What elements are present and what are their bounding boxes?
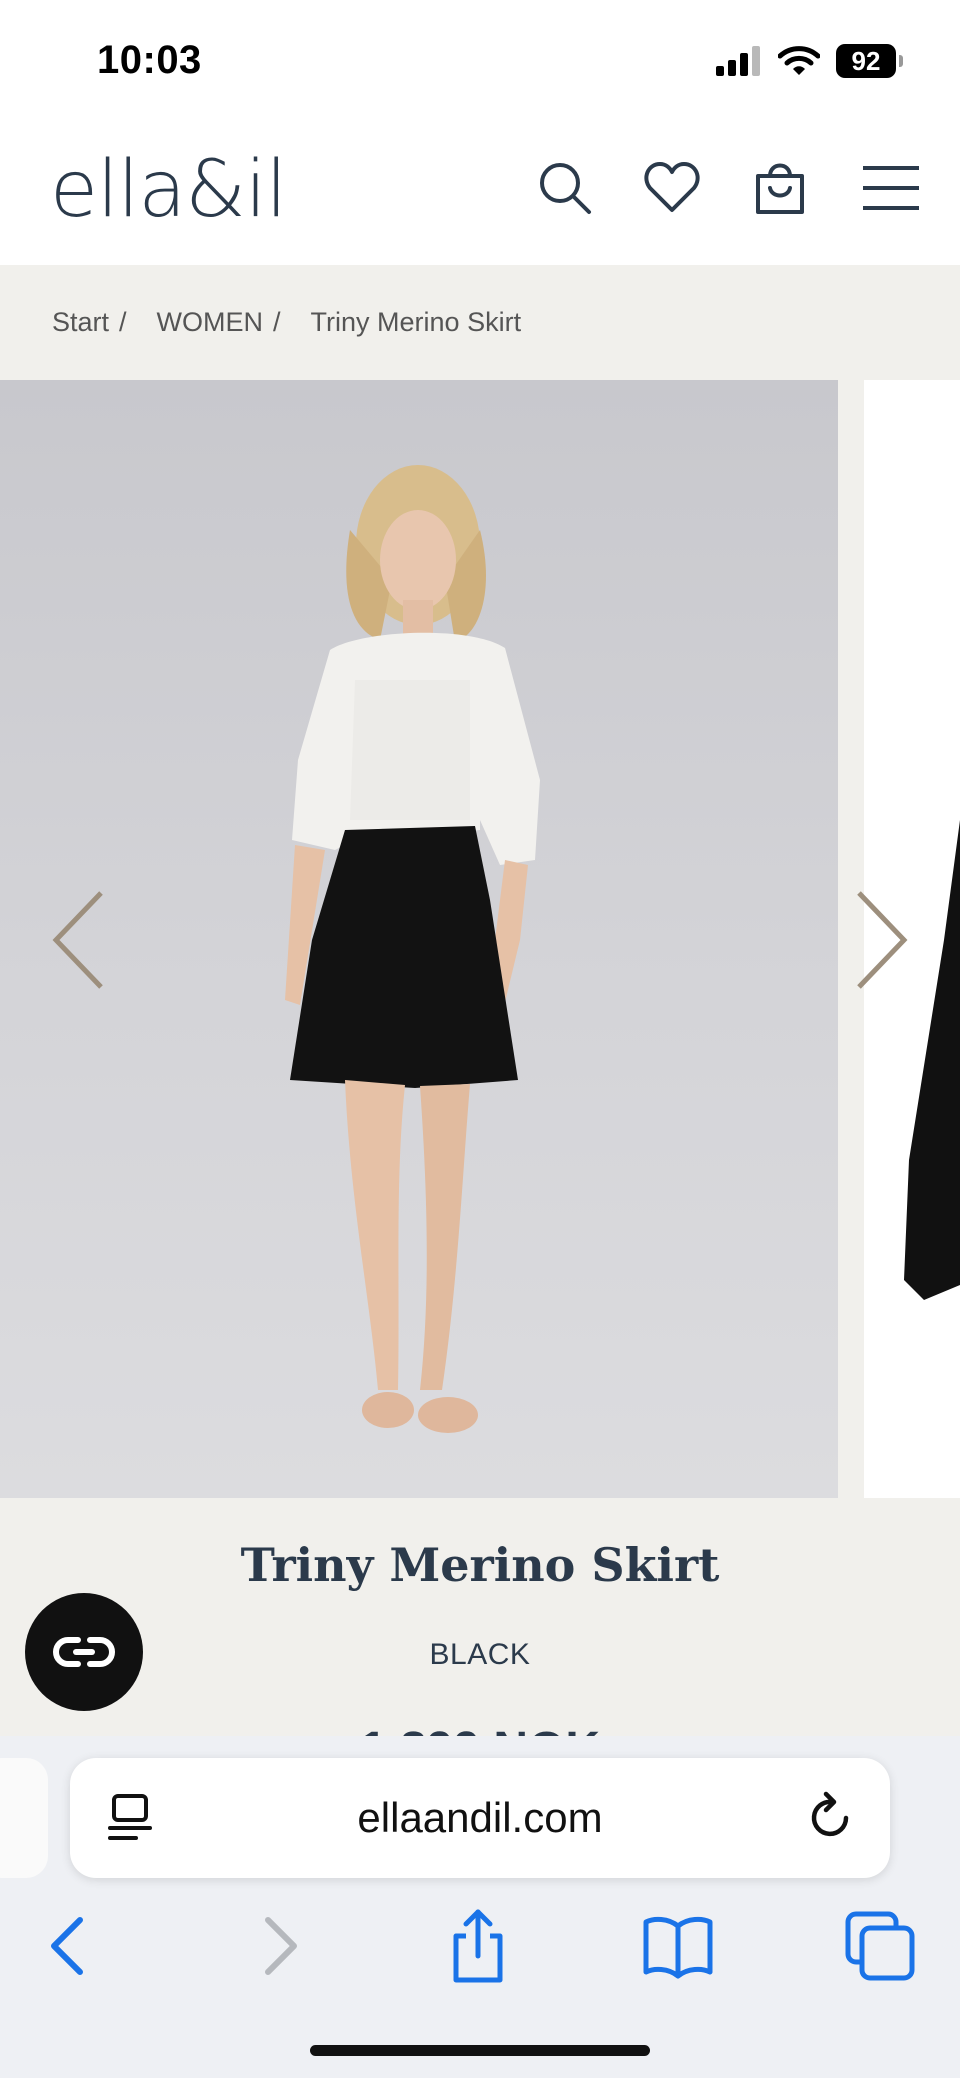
status-time: 10:03 bbox=[97, 38, 202, 82]
status-bar: 10:03 92 bbox=[0, 0, 960, 120]
menu-icon[interactable] bbox=[861, 158, 921, 218]
breadcrumb-separator: / bbox=[119, 307, 127, 337]
cellular-signal-icon bbox=[716, 46, 760, 76]
site-header: ella&il bbox=[0, 120, 960, 265]
heart-icon[interactable] bbox=[642, 158, 702, 218]
product-info: Triny Merino Skirt BLACK 1 899 NOK bbox=[0, 1500, 960, 1740]
breadcrumb-current: Triny Merino Skirt bbox=[310, 307, 522, 337]
breadcrumb: Start / WOMEN / Triny Merino Skirt bbox=[0, 265, 960, 380]
site-logo[interactable]: ella&il bbox=[50, 145, 287, 235]
battery-level: 92 bbox=[851, 45, 881, 76]
address-bar[interactable]: ellaandil.com bbox=[70, 1758, 890, 1878]
product-gallery[interactable] bbox=[0, 380, 960, 1500]
shopping-bag-icon[interactable] bbox=[750, 158, 810, 218]
product-color: BLACK bbox=[429, 1638, 531, 1671]
wifi-icon bbox=[778, 46, 820, 75]
status-icons: 92 bbox=[716, 44, 903, 78]
bookmarks-icon[interactable] bbox=[638, 1906, 718, 1986]
battery-icon: 92 bbox=[836, 44, 903, 78]
browser-chrome: ellaandil.com bbox=[0, 1736, 960, 2078]
reload-icon[interactable] bbox=[802, 1790, 858, 1846]
tabs-icon[interactable] bbox=[840, 1906, 920, 1986]
breadcrumb-separator: / bbox=[273, 307, 281, 337]
chevron-right-icon[interactable] bbox=[847, 885, 917, 995]
model-illustration bbox=[285, 465, 540, 1433]
chevron-left-icon[interactable] bbox=[46, 885, 116, 995]
share-icon[interactable] bbox=[438, 1906, 518, 1986]
chat-button[interactable] bbox=[25, 1593, 143, 1711]
search-icon[interactable] bbox=[535, 158, 595, 218]
forward-icon[interactable] bbox=[238, 1906, 318, 1986]
breadcrumb-women[interactable]: WOMEN bbox=[157, 307, 263, 338]
product-title: Triny Merino Skirt bbox=[240, 1538, 720, 1592]
home-indicator bbox=[310, 2045, 650, 2056]
url-text[interactable]: ellaandil.com bbox=[70, 1758, 890, 1878]
chat-link-icon bbox=[53, 1637, 115, 1667]
previous-tab[interactable] bbox=[0, 1758, 48, 1878]
back-icon[interactable] bbox=[30, 1906, 110, 1986]
product-photo[interactable] bbox=[0, 380, 838, 1498]
breadcrumb-start[interactable]: Start bbox=[52, 307, 109, 338]
